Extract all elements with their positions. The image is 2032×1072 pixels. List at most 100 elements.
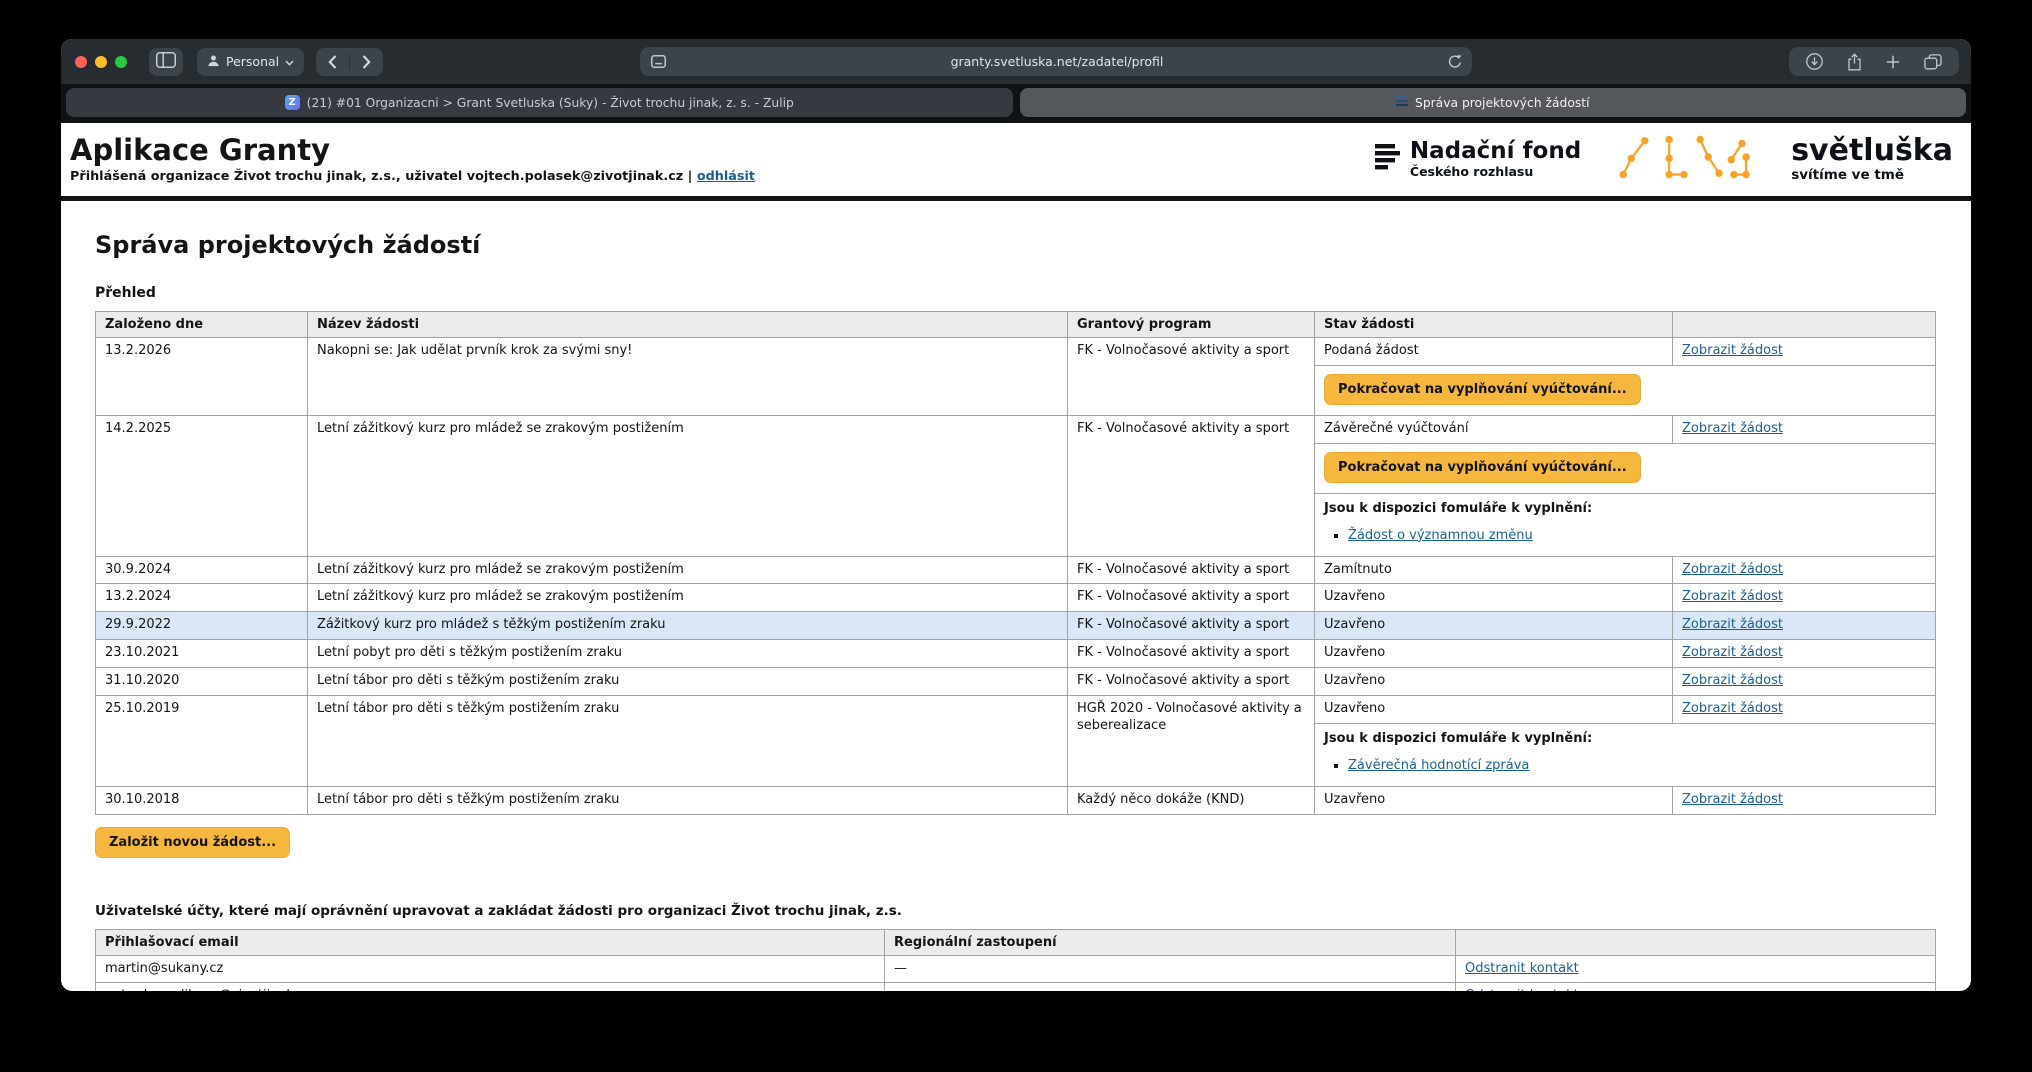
view-application-link[interactable]: Zobrazit žádost — [1682, 792, 1783, 807]
application-row[interactable]: 23.10.2021Letní pobyt pro děti s těžkým … — [96, 640, 1936, 668]
close-window-button[interactable] — [75, 56, 87, 68]
column-header: Název žádosti — [308, 312, 1068, 338]
view-application-link[interactable]: Zobrazit žádost — [1682, 701, 1783, 716]
new-application-button[interactable]: Založit novou žádost... — [95, 827, 290, 858]
view-application-link[interactable]: Zobrazit žádost — [1682, 343, 1783, 358]
application-date: 25.10.2019 — [96, 696, 308, 787]
application-actions-cell: Zobrazit žádost — [1673, 556, 1936, 584]
column-header: Grantový program — [1068, 312, 1315, 338]
page-title: Správa projektových žádostí — [95, 231, 1935, 259]
application-row[interactable]: 30.9.2024Letní zážitkový kurz pro mládež… — [96, 556, 1936, 584]
profile-switcher[interactable]: Personal — [197, 48, 304, 76]
column-header: Regionální zastoupení — [885, 929, 1456, 955]
application-name: Letní zážitkový kurz pro mládež se zrako… — [308, 415, 1068, 556]
forward-button[interactable] — [350, 48, 383, 76]
user-region: — — [885, 955, 1456, 983]
view-application-link[interactable]: Zobrazit žádost — [1682, 421, 1783, 436]
new-tab-icon[interactable] — [1886, 55, 1900, 69]
application-actions-cell: Zobrazit žádost — [1673, 584, 1936, 612]
user-row: petra.benedikova@zivotjinak.cz—Odstranit… — [96, 983, 1936, 991]
application-date: 13.2.2024 — [96, 584, 308, 612]
application-name: Letní pobyt pro děti s těžkým postižením… — [308, 640, 1068, 668]
tab-zulip[interactable]: Z (21) #01 Organizacni > Grant Svetluska… — [66, 88, 1013, 117]
tab-overview-icon[interactable] — [1924, 54, 1942, 70]
application-row[interactable]: 30.10.2018Letní tábor pro děti s těžkým … — [96, 786, 1936, 814]
view-application-link[interactable]: Zobrazit žádost — [1682, 617, 1783, 632]
application-row[interactable]: 14.2.2025Letní zážitkový kurz pro mládež… — [96, 415, 1936, 443]
navigation-buttons — [316, 48, 383, 76]
application-program: Každý něco dokáže (KND) — [1068, 786, 1315, 814]
tab-granty[interactable]: Správa projektových žádostí — [1020, 88, 1967, 117]
user-region: — — [885, 983, 1456, 991]
application-row[interactable]: 13.2.2024Letní zážitkový kurz pro mládež… — [96, 584, 1936, 612]
application-name: Nakopni se: Jak udělat prvník krok za sv… — [308, 338, 1068, 416]
application-date: 30.9.2024 — [96, 556, 308, 584]
application-program: FK - Volnočasové aktivity a sport — [1068, 584, 1315, 612]
application-row[interactable]: 29.9.2022Zážitkový kurz pro mládež s těž… — [96, 612, 1936, 640]
reload-icon[interactable] — [1448, 54, 1462, 69]
address-bar[interactable]: granty.svetluska.net/zadatel/profil — [640, 47, 1472, 76]
view-application-link[interactable]: Zobrazit žádost — [1682, 589, 1783, 604]
forms-available-label: Jsou k dispozici fomuláře k vyplnění: — [1324, 501, 1926, 518]
zoom-window-button[interactable] — [115, 56, 127, 68]
column-header: Založeno dne — [96, 312, 308, 338]
application-row[interactable]: 25.10.2019Letní tábor pro děti s těžkým … — [96, 696, 1936, 724]
session-info: Přihlášená organizace Život trochu jinak… — [70, 169, 755, 184]
application-name: Letní tábor pro děti s těžkým postižením… — [308, 786, 1068, 814]
continue-settlement-button[interactable]: Pokračovat na vyplňování vyúčtování... — [1324, 374, 1641, 405]
back-button[interactable] — [316, 48, 349, 76]
view-application-link[interactable]: Zobrazit žádost — [1682, 562, 1783, 577]
continue-settlement-button[interactable]: Pokračovat na vyplňování vyúčtování... — [1324, 452, 1641, 483]
application-date: 13.2.2026 — [96, 338, 308, 416]
minimize-window-button[interactable] — [95, 56, 107, 68]
application-actions-cell: Zobrazit žádost — [1673, 696, 1936, 724]
forms-available-label: Jsou k dispozici fomuláře k vyplnění: — [1324, 731, 1926, 748]
sidebar-icon — [156, 52, 176, 71]
applications-table-header: Založeno dneNázev žádostiGrantový progra… — [96, 312, 1936, 338]
application-date: 29.9.2022 — [96, 612, 308, 640]
application-status: Podaná žádost — [1315, 338, 1673, 366]
application-program: FK - Volnočasové aktivity a sport — [1068, 415, 1315, 556]
desktop-background: { "browser": { "profile_label": "Persona… — [0, 0, 2032, 1072]
application-date: 31.10.2020 — [96, 668, 308, 696]
svetluska-label: světluška — [1791, 136, 1953, 166]
application-name: Zážitkový kurz pro mládež s těžkým posti… — [308, 612, 1068, 640]
svetluska-tagline: svítíme ve tmě — [1791, 167, 1953, 183]
remove-contact-link[interactable]: Odstranit kontakt — [1465, 961, 1579, 976]
share-icon[interactable] — [1847, 53, 1862, 71]
ceskeho-rozhlasu-label: Českého rozhlasu — [1410, 164, 1581, 179]
application-row[interactable]: 31.10.2020Letní tábor pro děti s těžkým … — [96, 668, 1936, 696]
overview-label: Přehled — [95, 285, 1935, 301]
site-header: Aplikace Granty Přihlášená organizace Ži… — [61, 123, 1971, 196]
button-cell: Pokračovat na vyplňování vyúčtování... — [1315, 443, 1936, 493]
application-row[interactable]: 13.2.2026Nakopni se: Jak udělat prvník k… — [96, 338, 1936, 366]
view-application-link[interactable]: Zobrazit žádost — [1682, 673, 1783, 688]
application-program: FK - Volnočasové aktivity a sport — [1068, 556, 1315, 584]
chevron-down-icon — [285, 54, 294, 69]
application-actions-cell: Zobrazit žádost — [1673, 415, 1936, 443]
application-status: Uzavřeno — [1315, 696, 1673, 724]
remove-contact-link[interactable]: Odstranit kontakt — [1465, 988, 1579, 991]
main-content: Správa projektových žádostí Přehled Zalo… — [61, 201, 1971, 991]
logout-link[interactable]: odhlásit — [697, 169, 755, 184]
button-cell: Pokračovat na vyplňování vyúčtování... — [1315, 365, 1936, 415]
column-header — [1673, 312, 1936, 338]
page-settings-icon[interactable] — [651, 55, 666, 68]
form-link[interactable]: Žádost o významnou změnu — [1348, 528, 1533, 543]
forms-list: Závěrečná hodnotící zpráva — [1348, 758, 1926, 775]
users-table-header: Přihlašovací emailRegionální zastoupení — [96, 929, 1936, 955]
user-email: martin@sukany.cz — [96, 955, 885, 983]
window-controls — [75, 56, 127, 68]
user-actions-cell: Odstranit kontakt — [1456, 983, 1936, 991]
application-program: FK - Volnočasové aktivity a sport — [1068, 668, 1315, 696]
session-text: Přihlášená organizace Život trochu jinak… — [70, 169, 692, 184]
view-application-link[interactable]: Zobrazit žádost — [1682, 645, 1783, 660]
application-status: Uzavřeno — [1315, 786, 1673, 814]
application-date: 30.10.2018 — [96, 786, 308, 814]
url-text: granty.svetluska.net/zadatel/profil — [666, 54, 1448, 69]
application-status: Zamítnuto — [1315, 556, 1673, 584]
downloads-icon[interactable] — [1806, 53, 1823, 70]
sidebar-toggle-button[interactable] — [149, 48, 183, 76]
application-status: Uzavřeno — [1315, 584, 1673, 612]
form-link[interactable]: Závěrečná hodnotící zpráva — [1348, 758, 1529, 773]
